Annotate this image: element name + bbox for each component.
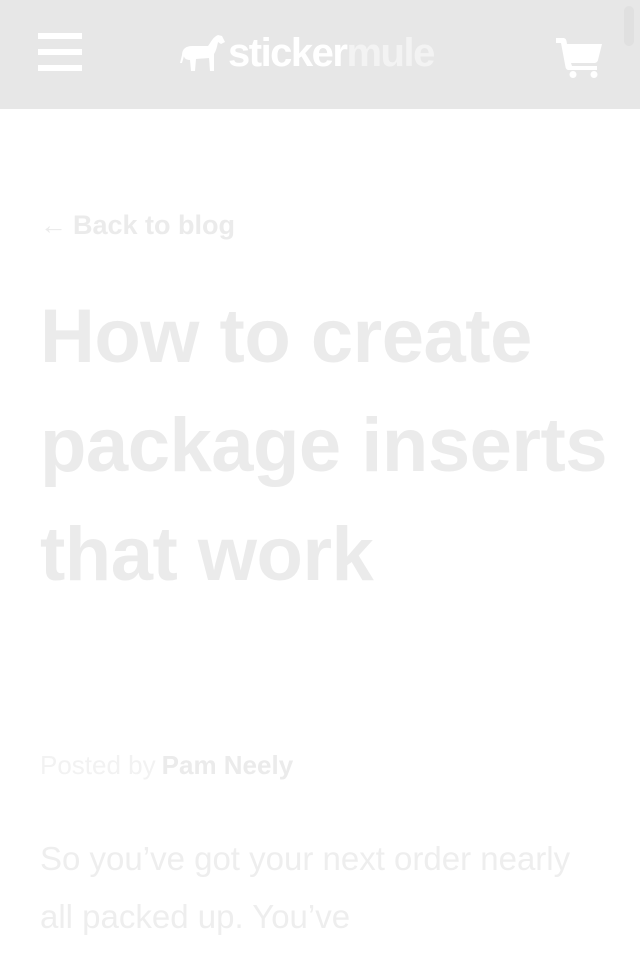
horse-logo-icon [180,35,225,71]
article-body-paragraph: So you’ve got your next order nearly all… [40,840,571,935]
hamburger-menu-icon[interactable] [38,33,82,73]
sticker-mule-logo[interactable]: sticker mule [180,28,435,78]
byline-prefix: Posted by [40,750,156,780]
back-arrow-icon: ← [40,210,67,240]
article-byline: Posted by Pam Neely [40,750,293,781]
author-link[interactable]: Pam Neely [162,750,294,780]
top-navigation-bar: sticker mule [0,0,640,109]
logo-text-sticker: sticker [228,31,348,75]
scrollbar-thumb[interactable] [624,6,634,46]
back-to-blog-label: Back to blog [73,210,236,240]
shopping-cart-icon[interactable] [556,36,604,78]
logo-text-mule: mule [346,31,435,75]
back-to-blog-link[interactable]: ← Back to blog [40,210,235,241]
article-title: How to create package inserts that work [40,294,608,597]
